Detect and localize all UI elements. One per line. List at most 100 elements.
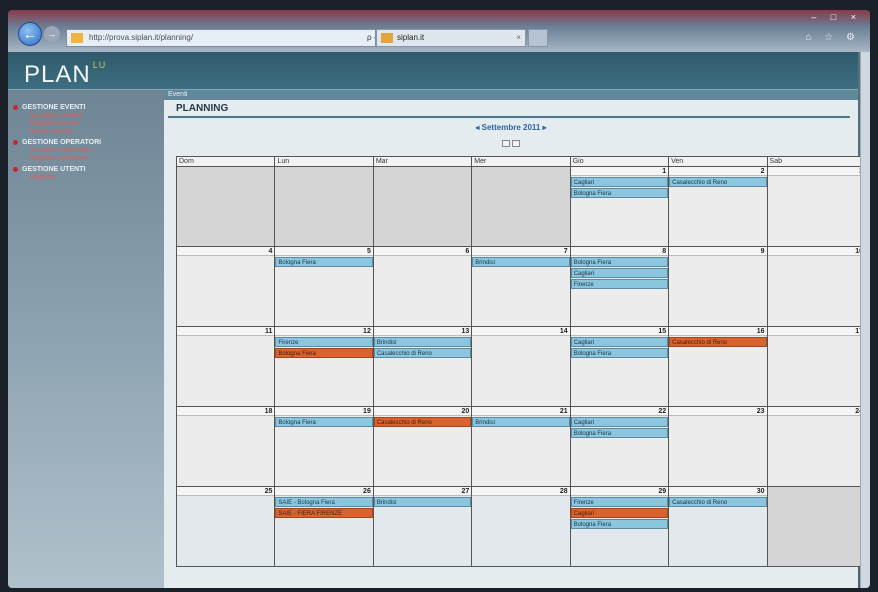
day-number: 6 [373, 247, 472, 256]
calendar-event[interactable]: Bologna Fiera [570, 519, 669, 529]
calendar-event[interactable]: Brindisi [373, 337, 472, 347]
day-number: 27 [373, 487, 472, 496]
view-switcher [164, 134, 858, 152]
new-tab-button[interactable] [528, 29, 548, 47]
calendar-day-cell[interactable] [372, 166, 473, 247]
calendar-day-cell[interactable]: 20 Casalecchio di Reno [372, 406, 473, 487]
calendar-event[interactable]: Bologna Fiera [275, 417, 373, 427]
calendar-event[interactable]: Casalecchio di Reno [669, 337, 767, 347]
day-number: 24 [767, 407, 865, 416]
sidebar-link[interactable]: Registra evento [8, 120, 164, 128]
calendar-event[interactable]: Cagliari [570, 337, 669, 347]
day-number: 28 [472, 487, 570, 496]
calendar-event[interactable]: Casalecchio di Reno [373, 348, 472, 358]
sidebar-link[interactable]: Cerca evento [8, 128, 164, 136]
calendar-day-cell[interactable]: 11 [175, 326, 276, 407]
weekday-header: Sab [766, 156, 867, 167]
day-number: 1 [570, 167, 669, 176]
month-view-icon[interactable] [502, 140, 510, 147]
calendar-day-cell[interactable]: 21 Brindisi [471, 406, 571, 487]
calendar-day-cell[interactable]: 22 Cagliari Bologna Fiera [569, 406, 670, 487]
calendar-day-cell[interactable]: 1 Cagliari Bologna Fiera [569, 166, 670, 247]
calendar-day-cell[interactable]: 10 [766, 246, 867, 327]
calendar-day-cell[interactable]: 18 [175, 406, 276, 487]
site-logo[interactable]: PLAN LU [24, 60, 106, 89]
calendar-event[interactable]: Firenze [570, 497, 669, 507]
calendar-day-cell[interactable]: 14 [471, 326, 571, 407]
calendar-event[interactable]: Brindisi [472, 257, 570, 267]
breadcrumb[interactable]: Eventi [164, 90, 858, 100]
calendar-day-cell[interactable]: 8 Bologna Fiera Cagliari Firenze [569, 246, 670, 327]
prev-month-button[interactable]: ◂ [475, 123, 479, 132]
calendar-day-cell[interactable]: 3 [766, 166, 867, 247]
calendar-event[interactable]: Cagliari [570, 177, 669, 187]
calendar-day-cell[interactable]: 29 Firenze Cagliari Bologna Fiera [569, 486, 670, 567]
sidebar-section-title[interactable]: GESTIONE UTENTI [8, 166, 164, 173]
calendar-day-cell[interactable] [274, 166, 374, 247]
sidebar-link[interactable]: Registra operatore [8, 155, 164, 163]
day-number: 14 [472, 327, 570, 336]
calendar-event[interactable]: SAIE - Bologna Fiera [275, 497, 373, 507]
calendar-day-cell[interactable] [175, 166, 276, 247]
calendar-event[interactable]: Brindisi [472, 417, 570, 427]
calendar-event[interactable]: Firenze [570, 279, 669, 289]
tab-close-icon[interactable]: × [516, 33, 521, 42]
calendar-event[interactable]: Bologna Fiera [275, 348, 373, 358]
sidebar-link[interactable]: Registra [8, 174, 164, 182]
back-button[interactable]: ← [18, 22, 42, 46]
vertical-scrollbar[interactable] [860, 52, 870, 588]
calendar-day-cell[interactable]: 30 Casalecchio di Reno [668, 486, 768, 567]
calendar-day-cell[interactable]: 23 [668, 406, 768, 487]
calendar-event[interactable]: Brindisi [373, 497, 472, 507]
window-controls[interactable]: – □ × [811, 12, 862, 22]
calendar-day-cell[interactable]: 2 Casalecchio di Reno [668, 166, 768, 247]
calendar-day-cell[interactable]: 4 [175, 246, 276, 327]
calendar-event[interactable]: Cagliari [570, 508, 669, 518]
calendar-day-cell[interactable]: 15 Cagliari Bologna Fiera [569, 326, 670, 407]
calendar-day-cell[interactable]: 9 [668, 246, 768, 327]
calendar-day-cell[interactable]: 17 [766, 326, 867, 407]
calendar-event[interactable]: Cagliari [570, 268, 669, 278]
calendar-event[interactable]: SAIE - FIERA FIRENZE [275, 508, 373, 518]
calendar-day-cell[interactable]: 12 Firenze Bologna Fiera [274, 326, 374, 407]
calendar-day-cell[interactable]: 19 Bologna Fiera [274, 406, 374, 487]
list-view-icon[interactable] [512, 140, 520, 147]
calendar-event[interactable]: Casalecchio di Reno [373, 417, 472, 427]
calendar-day-cell[interactable]: 7 Brindisi [471, 246, 571, 327]
calendar-day-cell[interactable]: 6 [372, 246, 473, 327]
calendar-event[interactable]: Casalecchio di Reno [669, 497, 767, 507]
day-number: 10 [767, 247, 865, 256]
day-number: 19 [275, 407, 373, 416]
day-number: 12 [275, 327, 373, 336]
sidebar-link[interactable]: Visualizza eventi [8, 112, 164, 120]
address-tools[interactable]: ρ - ☒ ¢ × [367, 33, 375, 42]
sidebar-section-title[interactable]: GESTIONE OPERATORI [8, 139, 164, 146]
sidebar-section-title[interactable]: GESTIONE EVENTI [8, 104, 164, 111]
calendar-day-cell[interactable]: 25 [175, 486, 276, 567]
calendar-event[interactable]: Cagliari [570, 417, 669, 427]
calendar-day-cell[interactable]: 5 Bologna Fiera [274, 246, 374, 327]
calendar-event[interactable]: Firenze [275, 337, 373, 347]
day-number: 17 [767, 327, 865, 336]
calendar-day-cell[interactable] [471, 166, 571, 247]
calendar-day-cell[interactable]: 13 Brindisi Casalecchio di Reno [372, 326, 473, 407]
calendar-event[interactable]: Casalecchio di Reno [669, 177, 767, 187]
calendar-day-cell[interactable]: 24 [766, 406, 867, 487]
calendar-event[interactable]: Bologna Fiera [570, 257, 669, 267]
browser-tab[interactable]: siplan.it × [376, 29, 526, 47]
calendar-day-cell[interactable] [766, 486, 867, 567]
calendar-event[interactable]: Bologna Fiera [570, 188, 669, 198]
calendar-event[interactable]: Bologna Fiera [570, 348, 669, 358]
sidebar-link[interactable]: Visualizza operatori [8, 147, 164, 155]
calendar-day-cell[interactable]: 16 Casalecchio di Reno [668, 326, 768, 407]
calendar-event[interactable]: Bologna Fiera [570, 428, 669, 438]
address-bar[interactable]: http://prova.siplan.it/planning/ ρ - ☒ ¢… [66, 29, 376, 47]
calendar-day-cell[interactable]: 28 [471, 486, 571, 567]
calendar-day-cell[interactable]: 26 SAIE - Bologna Fiera SAIE - FIERA FIREN… [274, 486, 374, 567]
calendar-day-cell[interactable]: 27 Brindisi [372, 486, 473, 567]
calendar-grid: Dom Lun Mar Mer Gio Ven Sab 1 Cagliari Bologna Fi… [175, 156, 867, 567]
calendar-event[interactable]: Bologna Fiera [275, 257, 373, 267]
toolbar-icons[interactable]: ⌂ ☆ ⚙ [805, 32, 860, 43]
forward-button[interactable]: → [44, 26, 60, 42]
next-month-button[interactable]: ▸ [543, 123, 547, 132]
